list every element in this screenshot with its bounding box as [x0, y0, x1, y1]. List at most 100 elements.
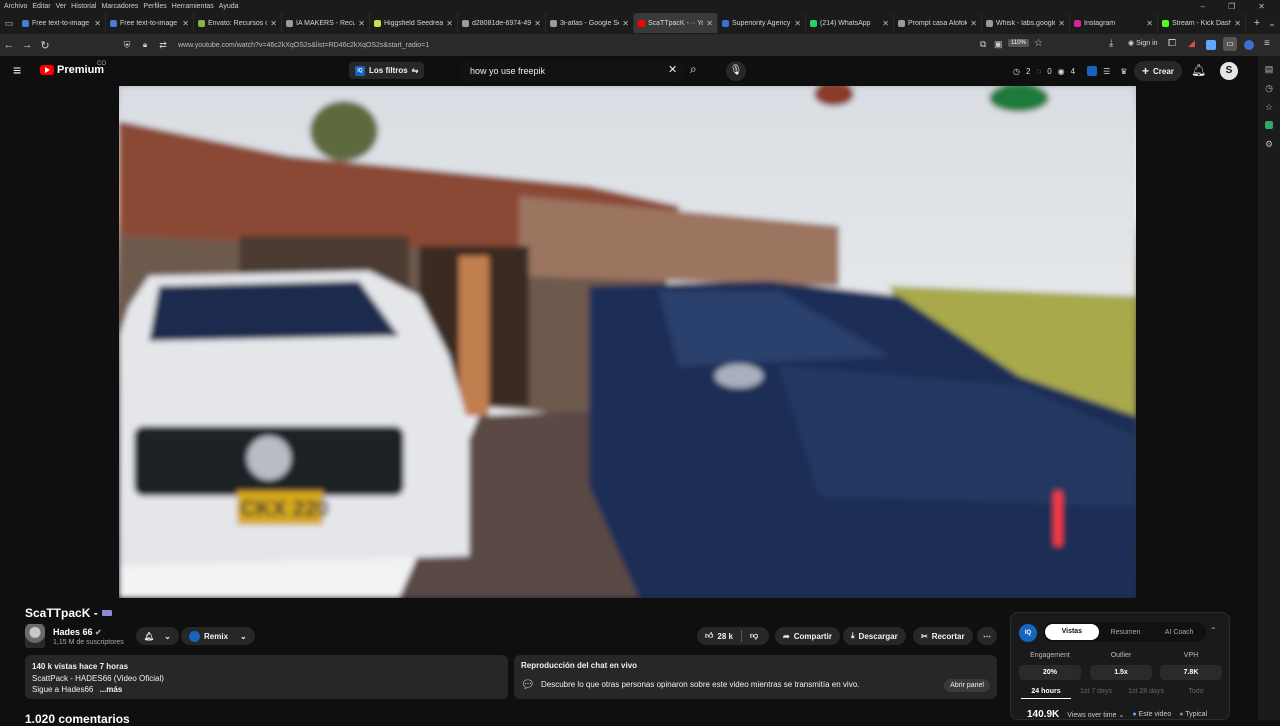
tab-vistas[interactable]: Vistas	[1045, 624, 1099, 640]
channel-avatar[interactable]	[25, 624, 45, 648]
tab-close-icon[interactable]: ✕	[534, 19, 541, 28]
shield-icon[interactable]: ⛨	[118, 40, 136, 51]
tab-close-icon[interactable]: ✕	[794, 19, 801, 28]
pip-icon[interactable]: ⧉	[980, 39, 986, 50]
browser-tab[interactable]: ScaTTpacK - ·· Yo ✕	[634, 13, 718, 33]
like-count[interactable]: 28 k	[717, 632, 733, 641]
browser-tab[interactable]: Free text-to-image ge✕	[106, 13, 194, 33]
settings-gear-icon[interactable]: ⚙	[1258, 139, 1280, 150]
bookmark-star-icon[interactable]: ☆	[1034, 38, 1043, 49]
sign-in-button[interactable]: ◉ Sign in	[1128, 39, 1158, 48]
close-window-icon[interactable]: ✕	[1258, 2, 1265, 11]
tab-overflow-icon[interactable]: ⌄	[1264, 18, 1280, 29]
menu-perfiles[interactable]: Perfiles	[143, 3, 166, 10]
menu-historial[interactable]: Historial	[71, 3, 96, 10]
tab-close-icon[interactable]: ✕	[1234, 19, 1241, 28]
forward-icon[interactable]: →	[18, 39, 36, 51]
browser-menu-icon[interactable]: ≡	[1264, 38, 1270, 49]
browser-tab[interactable]: IA MAKERS - Recursos✕	[282, 13, 370, 33]
menu-archivo[interactable]: Archivo	[4, 3, 27, 10]
minimize-icon[interactable]: –	[1201, 2, 1205, 11]
new-tab-icon[interactable]: +	[1250, 17, 1264, 29]
clip-button[interactable]: ✂ Recortar	[913, 627, 973, 645]
filters-button[interactable]: IQ Los filtros ⇋	[349, 62, 425, 79]
remix-button[interactable]: Remix ⌄	[181, 627, 255, 645]
sidebar-toggle-icon[interactable]: ▭	[1223, 37, 1237, 51]
user-avatar[interactable]: S	[1220, 62, 1238, 80]
download-button[interactable]: ⤓ Descargar	[843, 627, 906, 645]
browser-tab[interactable]: Envato: Recursos crea✕	[194, 13, 282, 33]
subscription-bell-button[interactable]: 🔔︎ ⌄	[136, 627, 179, 645]
microphone-icon[interactable]: 🎙︎	[726, 61, 746, 81]
dislike-icon[interactable]: 👎︎	[750, 631, 758, 641]
browser-tab[interactable]: Superiority Agency acr✕	[718, 13, 806, 33]
chevron-up-icon[interactable]: ⌃	[1210, 626, 1217, 635]
browser-tab[interactable]: 3i-atlas - Google Sear✕	[546, 13, 634, 33]
like-icon[interactable]: 👍︎	[705, 631, 713, 641]
period-24-hours[interactable]: 24 hours	[1021, 688, 1071, 699]
reading-list-icon[interactable]: ▤	[1258, 64, 1280, 75]
share-button[interactable]: ➦ Compartir	[775, 627, 840, 645]
trophy-icon[interactable]: ♛	[1120, 67, 1127, 76]
tab-close-icon[interactable]: ✕	[970, 19, 977, 28]
search-input[interactable]: how yo use freepik	[460, 61, 685, 81]
profile-icon[interactable]	[1244, 40, 1254, 50]
youtube-premium-logo[interactable]: Premium CO	[40, 61, 106, 76]
open-panel-button[interactable]: Abrir panel	[944, 679, 990, 692]
browser-tab[interactable]: d28081de-6974-49e4-9f8✕	[458, 13, 546, 33]
menu-editar[interactable]: Editar	[32, 3, 50, 10]
period-first-28-days[interactable]: 1st 28 days	[1121, 688, 1171, 699]
extension-red-icon[interactable]: ◢	[1188, 38, 1195, 49]
tab-ai-coach[interactable]: AI Coach	[1152, 629, 1206, 636]
tab-resumen[interactable]: Resumen	[1099, 629, 1153, 636]
tab-close-icon[interactable]: ✕	[706, 19, 713, 28]
tab-close-icon[interactable]: ✕	[622, 19, 629, 28]
maximize-icon[interactable]: ❐	[1228, 2, 1235, 11]
menu-herramientas[interactable]: Herramientas	[172, 3, 214, 10]
extensions-icon[interactable]: ⧠	[1168, 38, 1176, 49]
browser-tab[interactable]: Higgsfield Seedream 4✕	[370, 13, 458, 33]
search-icon[interactable]: ⌕	[690, 62, 697, 77]
iq-icon[interactable]	[1087, 66, 1098, 76]
bookmarks-icon[interactable]: ☆	[1258, 102, 1280, 113]
extension-blue-icon[interactable]	[1206, 40, 1216, 50]
video-player[interactable]: CKX 220	[119, 86, 1136, 598]
zoom-indicator[interactable]: 110%	[1008, 39, 1029, 47]
tab-close-icon[interactable]: ✕	[94, 19, 101, 28]
create-button[interactable]: + Crear	[1134, 61, 1182, 81]
browser-tab[interactable]: Free text-to-image ge✕	[18, 13, 106, 33]
reload-icon[interactable]: ↻	[36, 39, 54, 52]
browser-tab[interactable]: Prompt casa Alofoke ✕	[894, 13, 982, 33]
tab-actions-icon[interactable]: ▭	[0, 18, 18, 29]
tab-close-icon[interactable]: ✕	[1146, 19, 1153, 28]
browser-tab[interactable]: Whisk - labs.google/fx✕	[982, 13, 1070, 33]
description-box[interactable]: 140 k vistas hace 7 horas ScattPack - HA…	[25, 655, 508, 699]
channel-name-text[interactable]: Hades 66	[53, 627, 93, 637]
green-extension-icon[interactable]	[1258, 121, 1280, 131]
screenshot-icon[interactable]: ▣	[994, 39, 1003, 50]
menu-ayuda[interactable]: Ayuda	[219, 3, 239, 10]
more-actions-button[interactable]: ⋯	[977, 627, 997, 645]
show-more-link[interactable]: ...más	[100, 685, 123, 694]
channel-name[interactable]: Hades 66 ✔	[53, 627, 102, 637]
history-icon[interactable]: ◷	[1258, 83, 1280, 94]
period-first-7-days[interactable]: 1st 7 days	[1071, 688, 1121, 699]
tab-close-icon[interactable]: ✕	[882, 19, 889, 28]
clear-search-icon[interactable]: ✕	[668, 63, 677, 76]
views-over-time-dropdown[interactable]: Views over time ⌄	[1067, 711, 1124, 719]
back-icon[interactable]: ←	[0, 39, 18, 51]
notifications-bell-icon[interactable]: 🔔︎	[1191, 63, 1206, 77]
hamburger-menu-icon[interactable]: ≡	[13, 62, 21, 78]
tab-close-icon[interactable]: ✕	[446, 19, 453, 28]
tab-close-icon[interactable]: ✕	[1058, 19, 1065, 28]
site-settings-icon[interactable]: ⇄	[154, 40, 172, 51]
period-all[interactable]: Todo	[1171, 688, 1221, 699]
url-field[interactable]: www.youtube.com/watch?v=46c2kXqOS2s&list…	[178, 42, 429, 49]
menu-ver[interactable]: Ver	[56, 3, 67, 10]
browser-tab[interactable]: Stream - Kick Dashboa✕	[1158, 13, 1246, 33]
tab-close-icon[interactable]: ✕	[270, 19, 277, 28]
browser-tab[interactable]: Instagram ✕	[1070, 13, 1158, 33]
download-icon[interactable]: ⤓	[1109, 38, 1113, 49]
tab-close-icon[interactable]: ✕	[358, 19, 365, 28]
browser-tab[interactable]: (214) WhatsApp ✕	[806, 13, 894, 33]
